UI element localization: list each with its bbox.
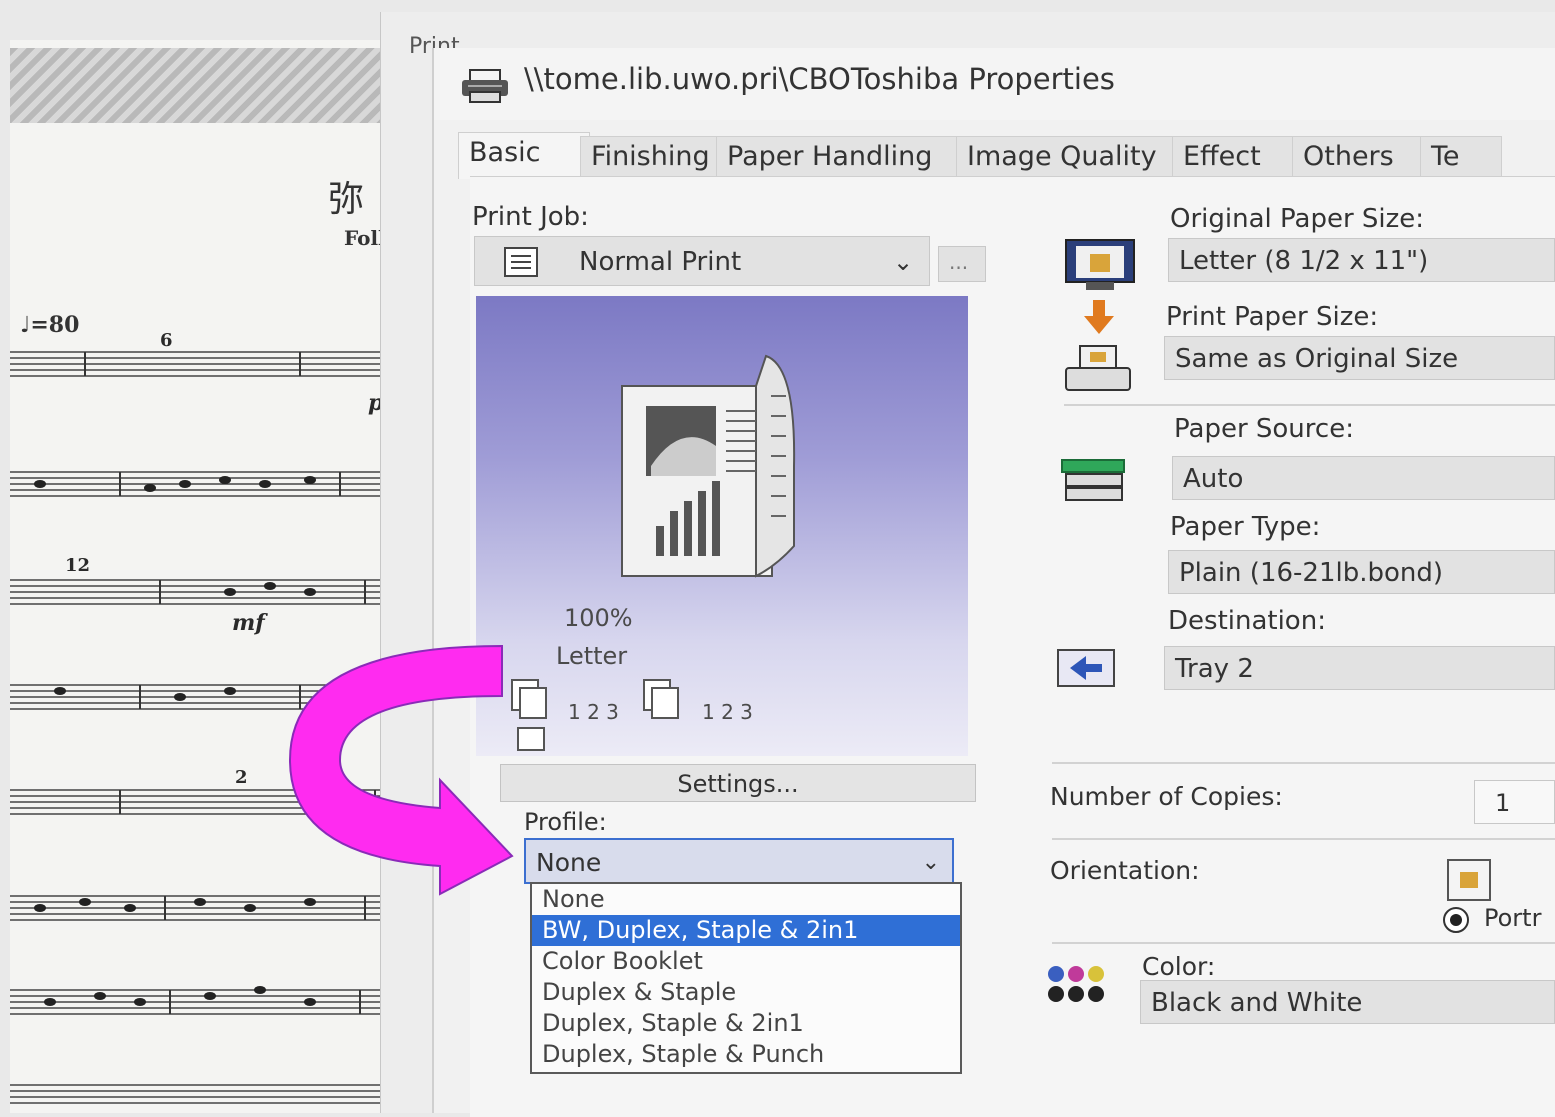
- dropdown-chevron-icon: ⌄: [893, 248, 914, 276]
- paper-source-label: Paper Source:: [1174, 414, 1354, 444]
- measure-number: 2: [235, 767, 248, 788]
- color-select[interactable]: Black and White: [1140, 980, 1555, 1024]
- paper-type-label: Paper Type:: [1170, 512, 1321, 542]
- color-label: Color:: [1142, 952, 1216, 981]
- dialog-titlebar[interactable]: \\tome.lib.uwo.pri\CBOToshiba Properties: [434, 48, 1555, 120]
- preview-zoom: 100%: [564, 604, 633, 632]
- down-arrow-icon: [1084, 300, 1114, 340]
- print-job-label: Print Job:: [472, 202, 589, 232]
- separator: [1064, 404, 1555, 406]
- orientation-portrait-label: Portr: [1484, 904, 1542, 932]
- document-icon: [503, 245, 539, 285]
- collate-label-1: 1 2 3: [568, 700, 619, 724]
- tab-effect[interactable]: Effect: [1172, 136, 1306, 177]
- tab-te[interactable]: Te: [1420, 136, 1502, 177]
- destination-icon: [1056, 648, 1118, 694]
- destination-label: Destination:: [1168, 606, 1326, 636]
- profile-option[interactable]: Duplex & Staple: [532, 977, 960, 1008]
- dialog-title: \\tome.lib.uwo.pri\CBOToshiba Properties: [524, 62, 1115, 96]
- tab-image-quality[interactable]: Image Quality: [956, 136, 1186, 177]
- measure-number: 6: [160, 330, 173, 351]
- orientation-label: Orientation:: [1050, 856, 1200, 885]
- profile-option[interactable]: Duplex, Staple & Punch: [532, 1039, 960, 1070]
- portrait-icon: [1444, 858, 1494, 906]
- profile-option[interactable]: None: [532, 884, 960, 915]
- color-dots-icon: [1044, 964, 1116, 1008]
- tab-paper-handling[interactable]: Paper Handling: [716, 136, 970, 177]
- original-paper-size-label: Original Paper Size:: [1170, 204, 1425, 234]
- curved-arrow-icon: [288, 644, 514, 896]
- collate-label-2: 1 2 3: [702, 700, 753, 724]
- profile-dropdown-list: None BW, Duplex, Staple & 2in1 Color Boo…: [530, 882, 962, 1074]
- paper-tray-icon: [1060, 456, 1128, 508]
- profile-option[interactable]: Color Booklet: [532, 946, 960, 977]
- separator: [1052, 942, 1555, 944]
- copies-input[interactable]: 1: [1474, 780, 1555, 824]
- destination-select[interactable]: Tray 2: [1164, 646, 1555, 690]
- paper-source-select[interactable]: Auto: [1172, 456, 1555, 500]
- paper-size-icon: [1064, 238, 1136, 296]
- measure-number: 12: [65, 555, 91, 576]
- paper-preview: 100% Letter 1 2 3 1 2 3: [476, 296, 968, 756]
- preview-illustration: [511, 354, 796, 751]
- print-paper-size-select[interactable]: Same as Original Size: [1164, 336, 1555, 380]
- paper-type-select[interactable]: Plain (16-21lb.bond): [1168, 550, 1555, 594]
- copies-label: Number of Copies:: [1050, 782, 1283, 811]
- sheet-music-background: 弥 Foll ♩=80 6 12 2 p mf: [10, 40, 440, 1113]
- print-size-icon: [1062, 344, 1134, 398]
- preview-paper: Letter: [556, 642, 628, 670]
- more-button[interactable]: ...: [938, 246, 986, 282]
- settings-button[interactable]: Settings...: [500, 764, 976, 802]
- print-paper-size-label: Print Paper Size:: [1166, 302, 1379, 332]
- tempo-marking: ♩=80: [20, 312, 80, 338]
- tab-finishing[interactable]: Finishing: [580, 136, 730, 177]
- tab-bar: Basic Finishing Paper Handling Image Qua…: [458, 132, 1555, 179]
- portrait-radio[interactable]: [1440, 906, 1476, 938]
- dropdown-chevron-icon: ⌄: [921, 850, 940, 875]
- profile-option[interactable]: Duplex, Staple & 2in1: [532, 1008, 960, 1039]
- printer-icon: [460, 68, 510, 108]
- tab-others[interactable]: Others: [1292, 136, 1434, 177]
- separator: [1052, 762, 1555, 764]
- original-paper-size-select[interactable]: Letter (8 1/2 x 11"): [1168, 238, 1555, 282]
- profile-label: Profile:: [524, 808, 607, 836]
- tab-basic[interactable]: Basic: [458, 132, 590, 179]
- separator: [1052, 838, 1555, 840]
- staff-lines: [10, 351, 440, 1104]
- print-job-value: Normal Print: [579, 247, 742, 277]
- profile-value: None: [536, 848, 602, 877]
- dynamic-marking: mf: [232, 610, 265, 636]
- score-title: 弥: [328, 179, 365, 220]
- profile-option-highlighted[interactable]: BW, Duplex, Staple & 2in1: [532, 915, 960, 946]
- profile-select[interactable]: None ⌄: [524, 838, 954, 884]
- print-job-select[interactable]: Normal Print ⌄: [474, 236, 930, 286]
